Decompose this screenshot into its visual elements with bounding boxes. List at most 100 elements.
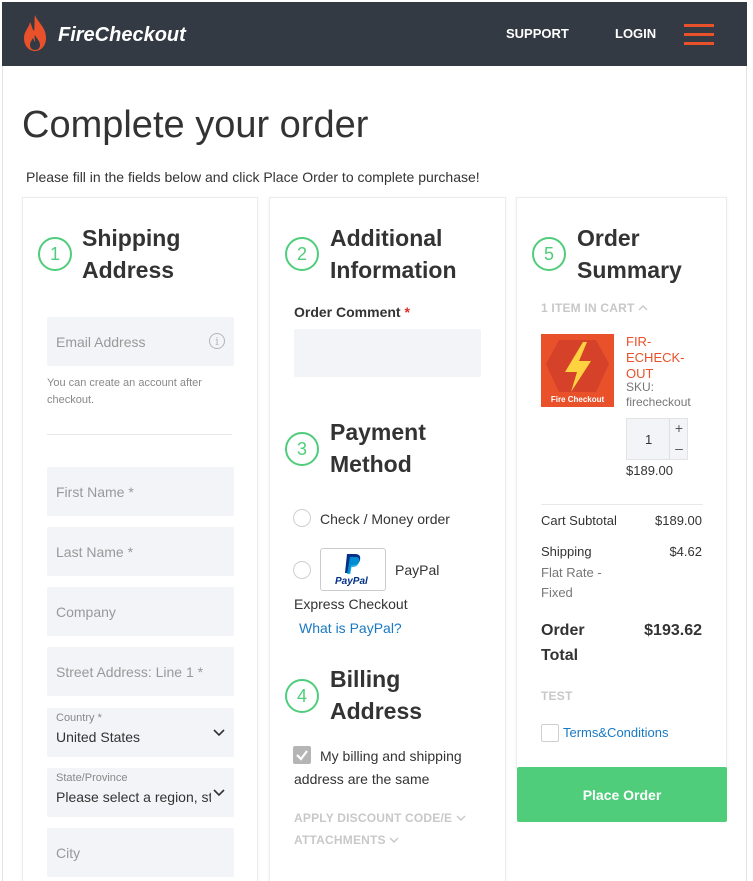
- shipping-value: $4.62: [669, 544, 702, 559]
- summary-title-line1: Order: [577, 225, 640, 251]
- summary-title-line2: Summary: [577, 257, 682, 283]
- billing-same-line1[interactable]: My billing and shipping: [320, 748, 462, 764]
- city-placeholder: City: [56, 845, 81, 861]
- items-in-cart-toggle[interactable]: 1 ITEM IN CART: [541, 301, 648, 315]
- state-value: Please select a region, st: [56, 789, 211, 805]
- street-placeholder: Street Address: Line 1 *: [56, 664, 204, 680]
- billing-same-line2[interactable]: address are the same: [294, 771, 429, 787]
- subtotal-label: Cart Subtotal: [541, 513, 617, 528]
- subtotal-value: $189.00: [655, 513, 702, 528]
- shipping-title-line2: Address: [82, 257, 175, 283]
- first-name-field[interactable]: First Name *: [47, 467, 234, 516]
- additional-title-line2: Information: [330, 257, 457, 283]
- paypal-logo-text: PayPal: [335, 576, 368, 587]
- country-label: Country *: [56, 712, 102, 724]
- product-sku: SKU: firecheckout: [626, 380, 706, 410]
- chevron-down-icon: [389, 837, 399, 843]
- paypal-logo[interactable]: PayPal: [320, 548, 386, 591]
- country-value: United States: [56, 729, 141, 745]
- order-comment-textarea[interactable]: [294, 329, 481, 377]
- product-sku-value: firecheckout: [626, 395, 691, 409]
- shipping-divider: [47, 434, 232, 435]
- order-comment-label: Order Comment *: [294, 304, 410, 320]
- product-name[interactable]: FIR-ECHECK-OUT: [626, 334, 696, 382]
- billing-title: Billing Address: [330, 663, 422, 727]
- discount-code-label: APPLY DISCOUNT CODE/E: [294, 811, 453, 825]
- chevron-up-icon: [638, 305, 648, 311]
- shipping-title-line1: Shipping: [82, 225, 181, 251]
- email-field[interactable]: Email Address i: [47, 317, 234, 366]
- order-comment-label-text: Order Comment: [294, 304, 401, 320]
- additional-title: Additional Information: [330, 222, 457, 286]
- order-total-value: $193.62: [644, 622, 702, 639]
- street-address-field[interactable]: Street Address: Line 1 *: [47, 647, 234, 696]
- last-name-placeholder: Last Name *: [56, 544, 134, 560]
- company-placeholder: Company: [56, 604, 116, 620]
- summary-title: Order Summary: [577, 222, 682, 286]
- company-field[interactable]: Company: [47, 587, 234, 636]
- shipping-method: Flat Rate - Fixed: [541, 565, 602, 600]
- terms-checkbox[interactable]: [541, 724, 559, 742]
- quantity-stepper[interactable]: 1 + –: [626, 418, 688, 460]
- check-money-label[interactable]: Check / Money order: [320, 511, 450, 527]
- step-number-5: 5: [532, 237, 566, 271]
- payment-title: Payment Method: [330, 416, 426, 480]
- email-hint: You can create an account after checkout…: [47, 377, 202, 406]
- nav-login-link[interactable]: LOGIN: [615, 26, 656, 41]
- discount-code-toggle[interactable]: APPLY DISCOUNT CODE/E: [294, 811, 466, 825]
- flame-logo-icon[interactable]: [20, 13, 50, 53]
- billing-title-line1: Billing: [330, 666, 401, 692]
- last-name-field[interactable]: Last Name *: [47, 527, 234, 576]
- chevron-down-icon: [213, 789, 225, 797]
- product-price: $189.00: [626, 463, 673, 478]
- check-money-radio[interactable]: [293, 509, 311, 527]
- test-label: TEST: [541, 689, 573, 703]
- country-select[interactable]: Country * United States: [47, 708, 234, 757]
- summary-divider: [541, 504, 703, 505]
- step-number-1: 1: [38, 237, 72, 271]
- state-select[interactable]: State/Province Please select a region, s…: [47, 768, 234, 817]
- logo-text[interactable]: FireCheckout: [58, 24, 186, 47]
- product-thumbnail[interactable]: Fire Checkout: [541, 334, 614, 407]
- paypal-label-line1[interactable]: PayPal: [395, 562, 439, 578]
- first-name-placeholder: First Name *: [56, 484, 134, 500]
- hamburger-menu-icon[interactable]: [684, 24, 714, 46]
- paypal-radio[interactable]: [293, 561, 311, 579]
- page-subtitle: Please fill in the fields below and clic…: [26, 169, 480, 185]
- attachments-label: ATTACHMENTS: [294, 833, 386, 847]
- nav-support-link[interactable]: SUPPORT: [506, 26, 569, 41]
- payment-title-line1: Payment: [330, 419, 426, 445]
- additional-title-line1: Additional: [330, 225, 443, 251]
- shipping-label: Shipping: [541, 544, 592, 559]
- place-order-button[interactable]: Place Order: [517, 767, 727, 822]
- step-number-4: 4: [285, 679, 319, 713]
- quantity-decrease-button[interactable]: –: [671, 440, 687, 456]
- state-label: State/Province: [56, 772, 128, 784]
- info-icon[interactable]: i: [209, 333, 225, 349]
- page-title: Complete your order: [22, 104, 369, 146]
- chevron-down-icon: [213, 729, 225, 737]
- chevron-down-icon: [456, 815, 466, 821]
- step-number-3: 3: [285, 432, 319, 466]
- billing-title-line2: Address: [330, 698, 423, 724]
- required-mark: *: [404, 304, 410, 320]
- email-placeholder: Email Address: [56, 334, 146, 350]
- quantity-increase-button[interactable]: +: [671, 420, 687, 436]
- checkmark-icon: [296, 750, 308, 761]
- what-is-paypal-link[interactable]: What is PayPal?: [299, 620, 402, 636]
- payment-title-line2: Method: [330, 451, 412, 477]
- billing-same-checkbox[interactable]: [293, 746, 311, 764]
- items-in-cart-label: 1 ITEM IN CART: [541, 301, 635, 315]
- paypal-icon: [345, 554, 361, 574]
- shipping-title: Shipping Address: [82, 222, 180, 286]
- quantity-separator: [669, 419, 670, 459]
- paypal-label-line2[interactable]: Express Checkout: [294, 596, 408, 612]
- order-total-label: Order Total: [541, 622, 585, 664]
- product-sku-label: SKU:: [626, 380, 655, 394]
- top-header: FireCheckout SUPPORT LOGIN: [2, 2, 747, 66]
- step-number-2: 2: [285, 237, 319, 271]
- quantity-value[interactable]: 1: [645, 432, 652, 447]
- city-field[interactable]: City: [47, 828, 234, 877]
- attachments-toggle[interactable]: ATTACHMENTS: [294, 833, 399, 847]
- terms-conditions-link[interactable]: Terms&Conditions: [563, 725, 669, 740]
